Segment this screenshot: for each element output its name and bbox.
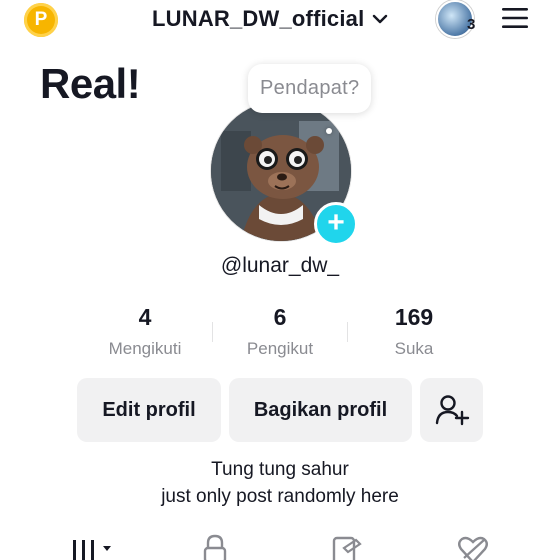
stat-followers[interactable]: 6 Pengikut xyxy=(210,304,350,359)
add-avatar-button[interactable]: + xyxy=(314,202,358,246)
add-friend-icon xyxy=(435,395,469,426)
plus-icon: + xyxy=(327,205,345,239)
note-bubble[interactable]: Pendapat? xyxy=(248,64,372,113)
user-handle: @lunar_dw_ xyxy=(220,254,340,277)
stat-following-label: Mengikuti xyxy=(108,339,182,358)
stat-likes-value: 169 xyxy=(394,304,434,330)
liked-icon[interactable] xyxy=(456,532,490,560)
bio-line-2: just only post randomly here xyxy=(161,486,399,507)
grid-icon[interactable] xyxy=(70,532,118,560)
note-bubble-tail xyxy=(326,128,332,134)
add-friend-button[interactable] xyxy=(420,378,483,442)
lock-icon[interactable] xyxy=(201,532,229,560)
username-title: LUNAR_DW_official xyxy=(152,6,365,31)
stat-following[interactable]: 4 Mengikuti xyxy=(75,304,215,359)
account-switcher[interactable]: LUNAR_DW_official xyxy=(152,6,390,32)
repost-icon[interactable] xyxy=(330,532,362,560)
note-bubble-text: Pendapat? xyxy=(260,77,360,99)
menu-icon[interactable] xyxy=(500,6,530,30)
stat-followers-label: Pengikut xyxy=(246,339,314,358)
coin-letter: P xyxy=(34,9,48,30)
chevron-down-icon xyxy=(373,14,388,24)
bio-line-1: Tung tung sahur xyxy=(211,459,349,480)
stat-likes[interactable]: 169 Suka xyxy=(344,304,484,359)
share-profile-button[interactable]: Bagikan profil xyxy=(229,378,412,442)
edit-profile-button[interactable]: Edit profil xyxy=(77,378,221,442)
story-count: 3 xyxy=(467,16,476,33)
stat-following-value: 4 xyxy=(138,304,152,330)
coin-icon[interactable]: P xyxy=(24,3,58,37)
stat-likes-label: Suka xyxy=(394,339,434,358)
stat-followers-value: 6 xyxy=(273,304,287,330)
banner-text: Real! xyxy=(40,60,141,107)
